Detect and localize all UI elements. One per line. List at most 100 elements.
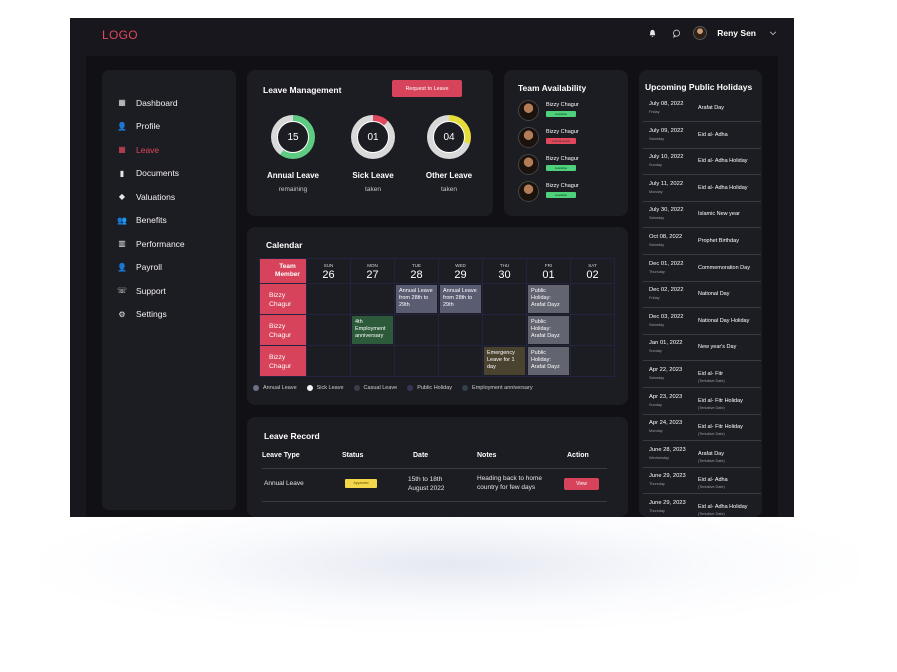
calendar-cell[interactable]: Emergency Leave for 1 day — [482, 345, 527, 377]
user-avatar[interactable] — [693, 26, 708, 40]
legend-dot-icon — [306, 385, 313, 391]
holiday-date: Apr 24, 2023 — [649, 420, 683, 427]
team-member-row[interactable]: Bizzy Chagur Available — [518, 154, 579, 175]
holiday-weekday: Monday — [649, 429, 663, 434]
calendar-cell[interactable] — [570, 283, 615, 315]
calendar-cell[interactable]: Public Holiday: Arafat Dayz — [526, 345, 571, 377]
holiday-name: National Day Holiday — [698, 317, 750, 324]
column-header-notes: Notes — [477, 452, 497, 459]
holiday-weekday: Friday — [649, 110, 660, 114]
sidebar-item-label: Performance — [136, 238, 185, 249]
sidebar-item-payroll[interactable]: 👤 Payroll — [102, 256, 236, 280]
holiday-name: Eid al- Fitr — [698, 371, 724, 377]
calendar-cell[interactable] — [438, 345, 483, 377]
dashboard-grid-icon: ▦ — [118, 98, 126, 108]
view-button[interactable]: View — [564, 478, 599, 490]
calendar-cell[interactable] — [350, 283, 395, 315]
sidebar-item-leave[interactable]: ▦ Leave — [102, 138, 236, 162]
sick-leave-sub: taken — [365, 186, 381, 193]
legend-item: Casual Leave — [353, 385, 397, 391]
app-window: LOGO Reny Sen ▦ Dashboard 👤 Profile ▦ Le… — [70, 18, 794, 517]
team-member-row[interactable]: Bizzy Chagur Available — [518, 181, 579, 202]
team-member-name: Bizzy Chagur — [546, 129, 579, 135]
calendar-event[interactable]: 4th Employment anniversary — [352, 316, 393, 344]
sidebar-item-dashboard[interactable]: ▦ Dashboard — [102, 91, 236, 115]
request-leave-button[interactable]: Request to Leave — [392, 80, 462, 97]
calendar-cell[interactable] — [394, 314, 439, 346]
sidebar-item-profile[interactable]: 👤 Profile — [102, 115, 236, 139]
calendar-cell[interactable] — [438, 314, 483, 346]
calendar-event[interactable]: Public Holiday: Arafat Dayz — [528, 347, 569, 375]
holiday-row: Apr 23, 2023 Sunday Eid al- Fitr Holiday (T… — [643, 389, 761, 415]
legend-dot-icon — [462, 385, 469, 391]
chevron-down-icon[interactable] — [766, 26, 780, 40]
holiday-note: (Tentative Date) — [698, 405, 725, 410]
date-cell: 15th to 18th August 2022 — [408, 476, 445, 492]
calendar-cell[interactable] — [570, 345, 615, 377]
sidebar-item-label: Settings — [136, 309, 167, 320]
holiday-row: July 30, 2022 Saturday Islamic New year — [643, 202, 761, 229]
legend-item: Public Holiday — [407, 385, 452, 391]
public-holidays-title: Upcoming Public Holidays — [645, 82, 753, 92]
calendar-cell[interactable] — [394, 345, 439, 377]
team-member-name: Bizzy Chagur — [546, 156, 579, 162]
calendar-cell[interactable]: Public Holiday: Arafat Dayz — [526, 283, 571, 315]
team-member-cell[interactable]: Bizzy Chagur — [259, 283, 307, 315]
calendar-title: Calendar — [266, 240, 303, 250]
calendar-cell[interactable] — [482, 283, 527, 315]
holiday-row: Apr 22, 2023 Saturday Eid al- Fitr (Tentati… — [643, 362, 761, 388]
calendar-cell[interactable]: Annual Leave from 28th to 29th — [394, 283, 439, 315]
holiday-date: June 28, 2023 — [649, 446, 686, 453]
holiday-name: Arafat Day — [698, 105, 724, 111]
calendar-cell[interactable] — [306, 283, 351, 315]
main-area: ▦ Dashboard 👤 Profile ▦ Leave ▮ Document… — [86, 56, 778, 517]
calendar-cell[interactable]: 4th Employment anniversary — [350, 314, 395, 346]
legend-dot-icon — [253, 385, 259, 391]
divider — [262, 501, 607, 502]
document-icon: ▮ — [119, 168, 125, 178]
team-member-row[interactable]: Bizzy Chagur Available — [518, 100, 579, 121]
sidebar-item-performance[interactable]: ▥ Performance — [102, 232, 236, 256]
user-name[interactable]: Reny Sen — [717, 28, 756, 38]
calendar-cell[interactable] — [306, 345, 351, 377]
leave-type-cell: Annual Leave — [264, 480, 304, 487]
holiday-row: Dec 02, 2022 Friday National Day — [643, 282, 761, 309]
calendar-event[interactable]: Public Holiday: Arafat Dayz — [528, 285, 569, 313]
holiday-name: National Day — [698, 291, 730, 298]
calendar-event[interactable]: Public Holiday: Arafat Dayz — [528, 316, 569, 344]
calendar-event[interactable]: Annual Leave from 28th to 29th — [440, 285, 481, 313]
calendar-cell[interactable] — [306, 314, 351, 346]
holiday-note: (Tentative Date) — [698, 512, 725, 516]
sidebar-item-valuations[interactable]: ◆ Valuations — [102, 185, 236, 209]
team-member-cell[interactable]: Bizzy Chagur — [259, 345, 307, 377]
calendar-cell[interactable] — [482, 314, 527, 346]
holiday-name: Eid al- Fitr Holiday — [698, 397, 743, 404]
sidebar-item-label: Valuations — [136, 191, 176, 202]
bell-icon[interactable] — [645, 26, 659, 40]
calendar-event[interactable]: Emergency Leave for 1 day — [484, 347, 525, 375]
legend-item: Sick Leave — [306, 385, 344, 391]
sidebar-item-documents[interactable]: ▮ Documents — [102, 162, 236, 186]
chat-bubble-icon[interactable] — [669, 26, 683, 40]
calendar-cell[interactable] — [570, 314, 615, 346]
team-member-row[interactable]: Bizzy Chagur Annual Leave — [518, 127, 579, 148]
sidebar-item-label: Leave — [136, 144, 160, 155]
calendar-cell[interactable] — [350, 345, 395, 377]
holiday-row: June 28, 2023 Wednesday Arafat Day (Tentati… — [643, 442, 761, 468]
sidebar-item-benefits[interactable]: 👥 Benefits — [102, 209, 236, 233]
holiday-weekday: Saturday — [649, 216, 665, 221]
calendar-event[interactable]: Annual Leave from 28th to 29th — [396, 285, 437, 313]
calendar-cell[interactable]: Public Holiday: Arafat Dayz — [526, 314, 571, 346]
holiday-date: July 30, 2022 — [649, 207, 684, 214]
holiday-weekday: Saturday — [649, 322, 665, 327]
sidebar-item-settings[interactable]: ⚙ Settings — [102, 303, 236, 327]
logo[interactable]: LOGO — [102, 28, 138, 42]
team-member-cell[interactable]: Bizzy Chagur — [259, 314, 307, 346]
holiday-date: July 09, 2022 — [649, 127, 684, 134]
holiday-weekday: Sunday — [649, 402, 662, 407]
holiday-note: (Tentative Date) — [698, 379, 725, 383]
column-header-status: Status — [342, 452, 364, 459]
sidebar-item-support[interactable]: ☏ Support — [102, 279, 236, 303]
calendar-cell[interactable]: Annual Leave from 28th to 29th — [438, 283, 483, 315]
day-header: WED 29 — [438, 258, 483, 284]
